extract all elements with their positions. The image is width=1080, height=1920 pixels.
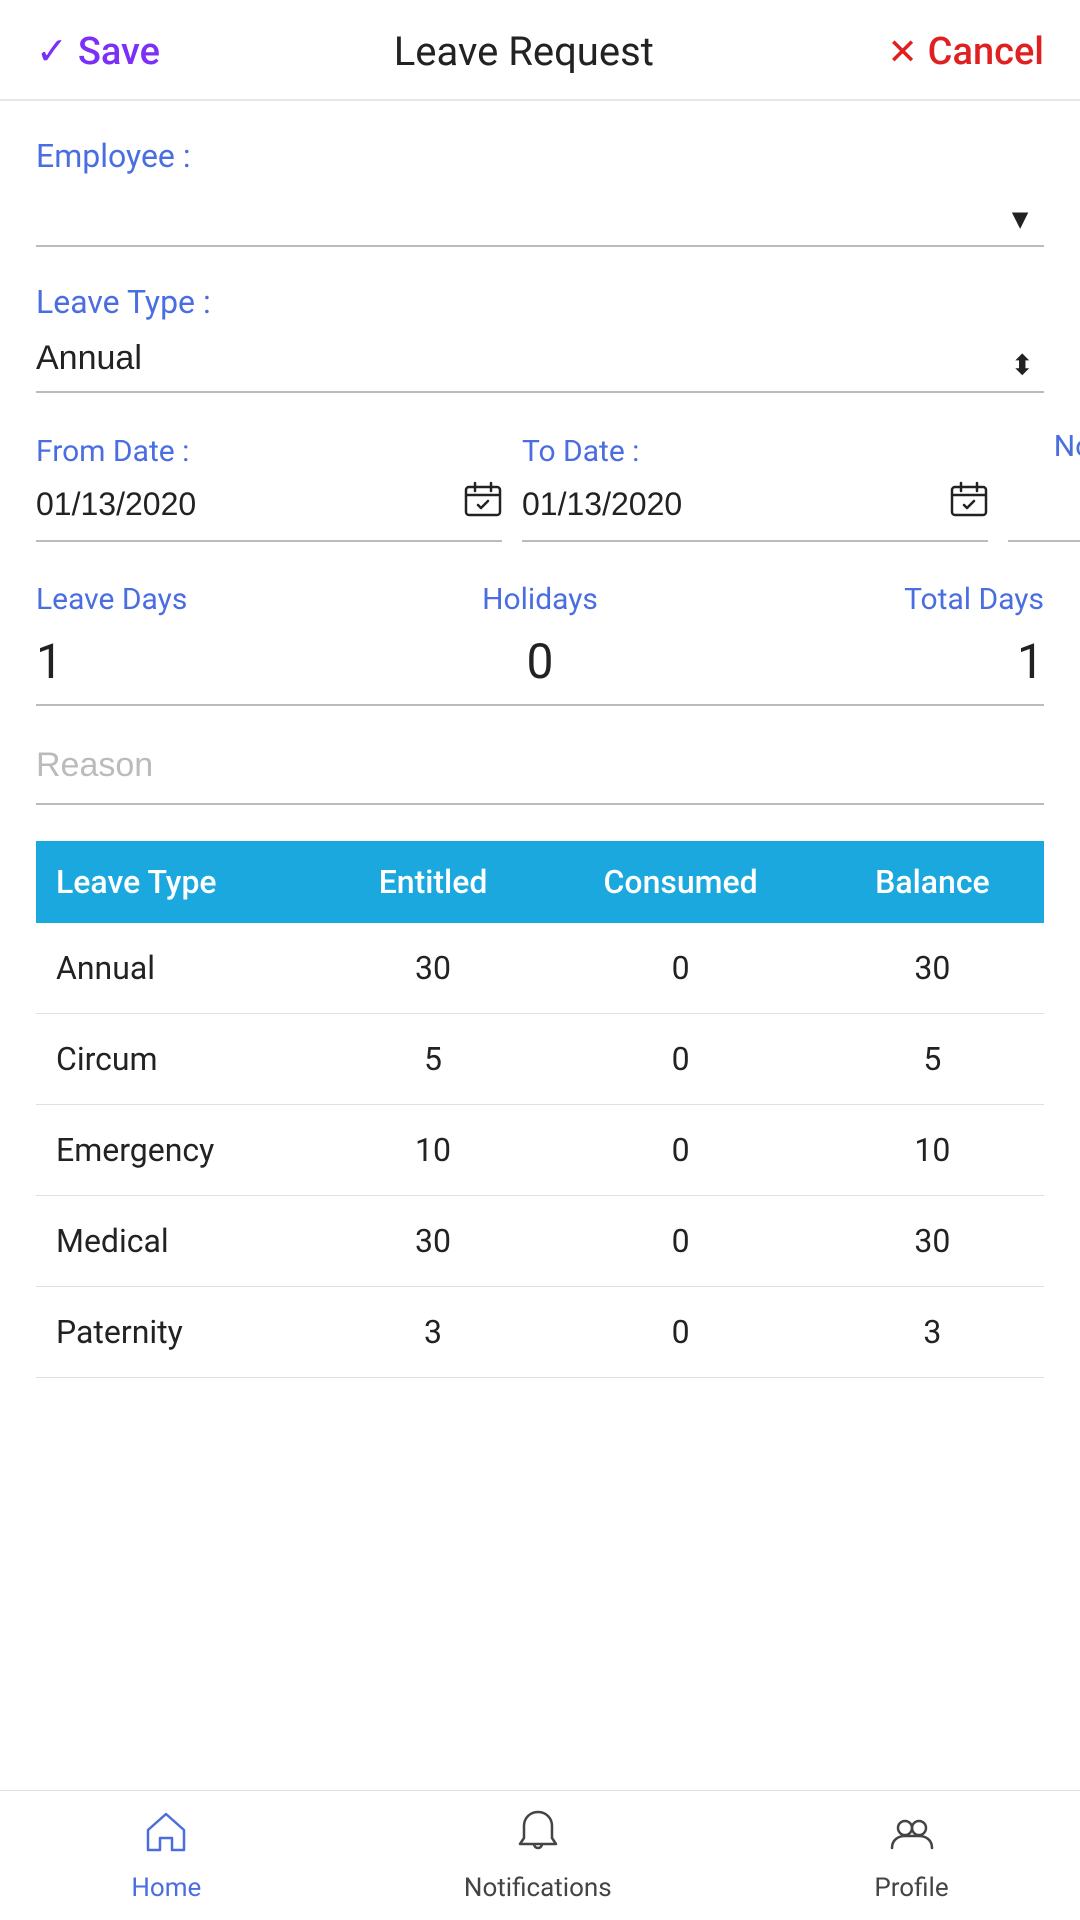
profile-icon <box>888 1808 936 1867</box>
nav-home[interactable]: Home <box>131 1808 201 1903</box>
table-header: Leave Type Entitled Consumed Balance <box>36 841 1044 923</box>
from-date-calendar-icon[interactable] <box>464 481 502 528</box>
from-date-input-wrapper <box>36 481 502 542</box>
cell-consumed: 0 <box>540 1287 820 1378</box>
cell-entitled: 30 <box>326 923 541 1014</box>
no-of-days-field: No. of Days 1 <box>1008 429 1080 542</box>
home-icon <box>142 1808 190 1867</box>
cell-balance: 10 <box>821 1105 1044 1196</box>
leave-type-label: Leave Type : <box>36 283 1044 321</box>
cell-balance: 5 <box>821 1014 1044 1105</box>
home-label: Home <box>131 1873 201 1903</box>
cell-type: Circum <box>36 1014 326 1105</box>
check-icon: ✓ <box>36 29 68 74</box>
cell-consumed: 0 <box>540 1105 820 1196</box>
leave-type-dropdown-wrapper: Annual Circum Emergency Medical Paternit… <box>36 339 1044 393</box>
total-days-col: Total Days 1 <box>708 582 1044 706</box>
nav-profile[interactable]: Profile <box>874 1808 948 1903</box>
notifications-icon <box>514 1808 562 1867</box>
cell-consumed: 0 <box>540 1014 820 1105</box>
cell-type: Annual <box>36 923 326 1014</box>
table-header-row: Leave Type Entitled Consumed Balance <box>36 841 1044 923</box>
cell-consumed: 0 <box>540 1196 820 1287</box>
profile-label: Profile <box>874 1873 948 1903</box>
cell-balance: 30 <box>821 1196 1044 1287</box>
to-date-label: To Date : <box>522 434 988 469</box>
employee-label: Employee : <box>36 137 1044 175</box>
leave-table: Leave Type Entitled Consumed Balance Ann… <box>36 841 1044 1378</box>
notifications-label: Notifications <box>464 1873 612 1903</box>
leave-days-col: Leave Days 1 <box>36 582 372 706</box>
table-row: Paternity303 <box>36 1287 1044 1378</box>
cell-consumed: 0 <box>540 923 820 1014</box>
no-of-days-label: No. of Days <box>1008 429 1080 464</box>
table-row: Emergency10010 <box>36 1105 1044 1196</box>
leave-days-label: Leave Days <box>36 582 372 617</box>
from-date-input[interactable] <box>36 486 456 523</box>
col-balance: Balance <box>821 841 1044 923</box>
no-of-days-input-wrapper: 1 <box>1008 476 1080 542</box>
save-label: Save <box>78 30 160 74</box>
cell-type: Emergency <box>36 1105 326 1196</box>
cell-balance: 3 <box>821 1287 1044 1378</box>
reason-section <box>36 746 1044 805</box>
total-days-value: 1 <box>708 633 1044 706</box>
main-content: Employee : ▼ Leave Type : Annual Circum … <box>0 101 1080 1528</box>
date-row: From Date : To Date : <box>36 429 1044 542</box>
table-row: Annual30030 <box>36 923 1044 1014</box>
table-row: Medical30030 <box>36 1196 1044 1287</box>
to-date-field: To Date : <box>522 434 1008 542</box>
to-date-input-wrapper <box>522 481 988 542</box>
cell-entitled: 3 <box>326 1287 541 1378</box>
page-title: Leave Request <box>394 28 654 75</box>
nav-notifications[interactable]: Notifications <box>464 1808 612 1903</box>
table-body: Annual30030Circum505Emergency10010Medica… <box>36 923 1044 1378</box>
cell-type: Paternity <box>36 1287 326 1378</box>
cancel-label: Cancel <box>928 30 1044 74</box>
cell-entitled: 30 <box>326 1196 541 1287</box>
bottom-nav: Home Notifications Profile <box>0 1790 1080 1920</box>
leave-type-section: Leave Type : Annual Circum Emergency Med… <box>36 283 1044 393</box>
holidays-label: Holidays <box>372 582 708 617</box>
holidays-col: Holidays 0 <box>372 582 708 706</box>
leave-days-value: 1 <box>36 633 372 706</box>
from-date-label: From Date : <box>36 434 502 469</box>
table-row: Circum505 <box>36 1014 1044 1105</box>
cell-entitled: 5 <box>326 1014 541 1105</box>
col-consumed: Consumed <box>540 841 820 923</box>
leave-type-select[interactable]: Annual Circum Emergency Medical Paternit… <box>36 339 1044 377</box>
holidays-value: 0 <box>372 633 708 706</box>
total-days-label: Total Days <box>708 582 1044 617</box>
cell-type: Medical <box>36 1196 326 1287</box>
x-icon: ✕ <box>888 31 918 73</box>
col-leave-type: Leave Type <box>36 841 326 923</box>
cancel-button[interactable]: ✕ Cancel <box>888 30 1045 74</box>
from-date-field: From Date : <box>36 434 522 542</box>
employee-section: Employee : ▼ <box>36 137 1044 247</box>
summary-row: Leave Days 1 Holidays 0 Total Days 1 <box>36 582 1044 706</box>
to-date-input[interactable] <box>522 486 942 523</box>
col-entitled: Entitled <box>326 841 541 923</box>
cell-entitled: 10 <box>326 1105 541 1196</box>
to-date-calendar-icon[interactable] <box>950 481 988 528</box>
save-button[interactable]: ✓ Save <box>36 29 160 74</box>
header: ✓ Save Leave Request ✕ Cancel <box>0 0 1080 101</box>
employee-select[interactable] <box>36 193 1044 231</box>
employee-dropdown-wrapper: ▼ <box>36 193 1044 247</box>
cell-balance: 30 <box>821 923 1044 1014</box>
reason-input[interactable] <box>36 746 1044 805</box>
